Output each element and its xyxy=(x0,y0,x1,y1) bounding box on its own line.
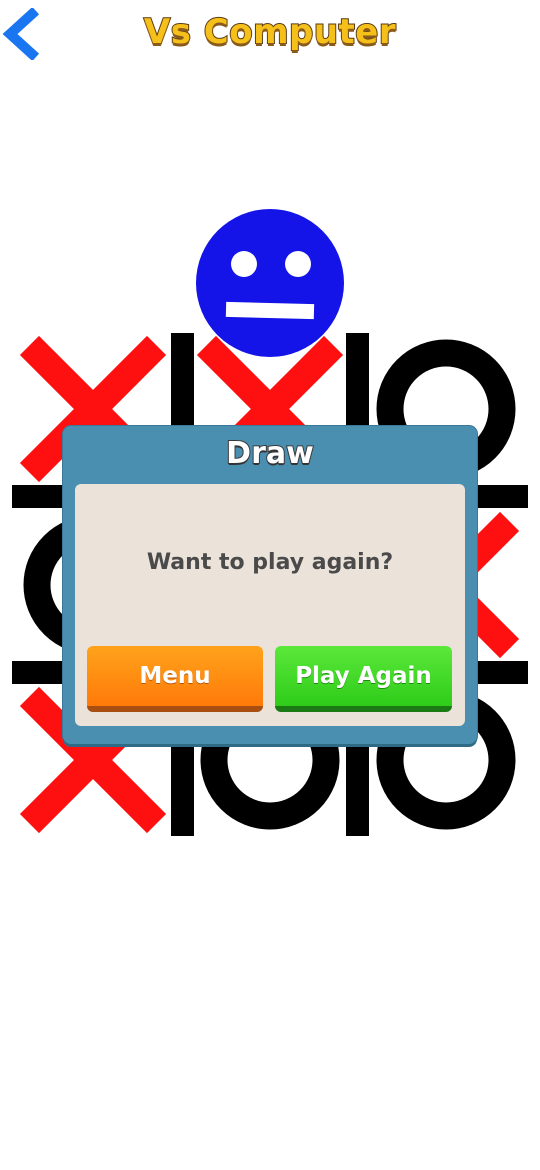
play-again-button[interactable]: Play Again xyxy=(275,646,452,712)
draw-dialog: Draw Want to play again? Menu Play Again xyxy=(63,426,477,744)
opponent-face-icon xyxy=(196,209,344,357)
face-mouth xyxy=(225,301,315,320)
face-right-eye xyxy=(285,251,311,277)
dialog-title: Draw xyxy=(225,435,315,472)
dialog-message: Want to play again? xyxy=(146,550,394,575)
dialog-body: Want to play again? Menu Play Again xyxy=(75,484,465,726)
menu-button[interactable]: Menu xyxy=(87,646,263,712)
face-left-eye xyxy=(231,251,257,277)
